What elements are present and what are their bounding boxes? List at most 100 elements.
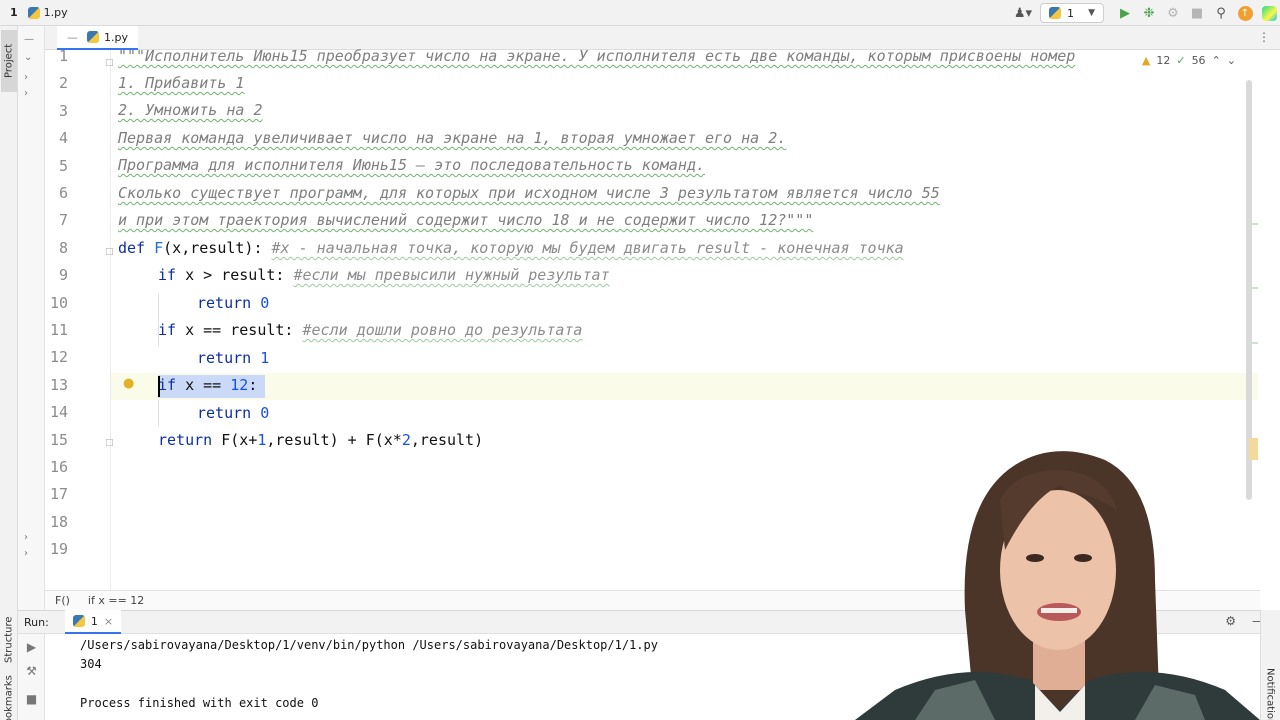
line-number: 9 [58,266,68,285]
number-literal: 0 [260,294,270,312]
navigation-bar: 1 1.py ♟▾ 1 ▼ ▶ ❉ ⚙ ■ ⚲ ↑ [0,0,1280,26]
inspection-widget[interactable]: ▲ 12 ✓ 56 ⌃ ⌄ [1142,54,1236,67]
warning-count: 12 [1156,54,1171,67]
chevron-down-icon[interactable]: ⌄ [1227,54,1236,67]
run-tab[interactable]: 1 × [64,610,122,634]
warning-icon: ▲ [1141,54,1151,67]
presenter-silhouette [855,451,1260,720]
code-line-1: """Исполнитель Июнь15 преобразует число … [118,47,1076,65]
stop-icon[interactable]: ■ [18,692,45,706]
update-icon[interactable]: ↑ [1234,2,1256,24]
keyword-return: return [197,349,252,367]
keyword-return: return [197,294,252,312]
line-number: 19 [49,540,68,559]
fold-icon[interactable]: □ [105,58,114,68]
line-number: 16 [49,458,68,476]
chevron-right-icon[interactable]: › [24,88,28,99]
condition-text: x > result: [185,266,285,284]
number-literal: 2 [401,431,411,449]
structure-tool-tab[interactable]: Structure [1,604,17,676]
error-stripe-mark[interactable] [1249,342,1258,344]
code-comment: #если мы превысили нужный результат [293,266,610,284]
typo-count: 56 [1191,54,1206,67]
more-vertical-icon[interactable]: ⋮ [1258,30,1270,44]
code-line-7: и при этом траектория вычислений содержи… [118,211,814,229]
line-number: 6 [58,184,68,202]
project-breadcrumb[interactable]: 1 [10,6,18,19]
line-number-gutter[interactable]: 1 2 3 4 5 6 7 8 9 10 11 12 13 14 15 16 17 18 19 [45,47,111,590]
project-panel: — ⌄ › › › › [18,26,45,610]
code-line-5: Программа для исполнителя Июнь15 – это п… [118,156,705,174]
console-command: /Users/sabirovayana/Desktop/1/venv/bin/p… [80,638,658,652]
run-tab-label: 1 [90,614,98,628]
bookmarks-tool-tab[interactable]: Bookmarks [1,675,17,720]
typo-icon: ✓ [1176,54,1186,67]
stop-icon[interactable]: ■ [1186,2,1208,24]
fold-icon[interactable]: □ [105,247,114,257]
colon: : [248,376,258,394]
chevron-right-icon[interactable]: › [24,72,28,83]
notifications-tool-tab[interactable]: Notifications [1262,668,1278,720]
run-configuration-label: 1 [1067,6,1074,20]
code-line-9: if x > result: #если мы превысили нужный… [158,262,610,289]
line-number: 13 [49,375,68,394]
presenter-video [855,440,1260,720]
rerun-icon[interactable]: ▶ [18,640,45,654]
line-number: 8 [58,238,68,257]
line-number: 7 [58,211,68,230]
line-number: 11 [49,321,68,339]
breadcrumb-function[interactable]: F() [55,594,70,607]
user-icon[interactable]: ♟▾ [1012,2,1034,24]
python-config-icon [1049,7,1061,19]
chevron-up-icon[interactable]: ⌃ [1212,54,1221,67]
project-tool-tab[interactable]: Project [1,30,17,92]
line-number: 3 [58,101,68,120]
keyword-def: def [118,239,146,257]
chevron-right-icon[interactable]: › [24,548,28,559]
code-line-12: return 1 [197,345,269,372]
run-configuration-select[interactable]: 1 ▼ [1040,3,1104,23]
collapse-icon[interactable]: — [24,34,34,45]
run-panel-title: Run: [24,615,49,629]
ide-logo-icon[interactable] [1258,2,1280,24]
coverage-icon[interactable]: ⚙ [1162,2,1184,24]
number-literal: 12 [230,376,249,394]
code-line-10: return 0 [197,290,269,317]
python-file-icon [27,6,40,19]
code-line-4: Первая команда увеличивает число на экра… [118,129,787,147]
debug-icon[interactable]: ❉ [1138,2,1160,24]
left-tool-strip: Project Structure Bookmarks [0,26,18,720]
breadcrumb-statement[interactable]: if x == 12 [88,594,144,607]
line-number: 18 [49,512,68,531]
line-number: 15 [49,430,68,449]
chevron-right-icon[interactable]: › [24,532,28,543]
vertical-scrollbar[interactable] [1246,80,1252,500]
console-exit-message: Process finished with exit code 0 [80,696,319,710]
code-line-11: if x == result: #если дошли ровно до рез… [158,317,582,344]
chevron-down-icon[interactable]: ⌄ [24,52,32,63]
keyword-return: return [158,431,213,449]
keyword-return: return [197,404,252,422]
error-stripe-mark[interactable] [1249,287,1258,289]
number-literal: 1 [260,349,270,367]
line-number: 1 [58,47,68,65]
code-line-15: return F(x+1,result) + F(x*2,result) [158,427,483,454]
python-file-icon [87,31,99,43]
chevron-down-icon: ▼ [1088,8,1095,18]
line-number: 14 [49,403,68,422]
close-icon[interactable]: — [67,31,78,44]
close-icon[interactable]: × [104,615,113,628]
wrench-icon[interactable]: ⚒ [18,664,45,678]
text-caret [158,376,160,397]
run-icon[interactable]: ▶ [1114,2,1136,24]
line-number: 5 [58,156,68,175]
error-stripe-mark[interactable] [1249,223,1258,225]
fold-icon[interactable]: □ [105,438,114,448]
console-output: 304 [80,657,102,671]
number-literal: 0 [260,404,270,422]
file-breadcrumb[interactable]: 1.py [27,6,68,19]
code-line-2: 1. Прибавить 1 [118,74,245,92]
file-breadcrumb-label: 1.py [43,6,68,19]
search-icon[interactable]: ⚲ [1210,2,1232,24]
run-toolbar: ▶ ⚒ ■ [18,634,45,720]
